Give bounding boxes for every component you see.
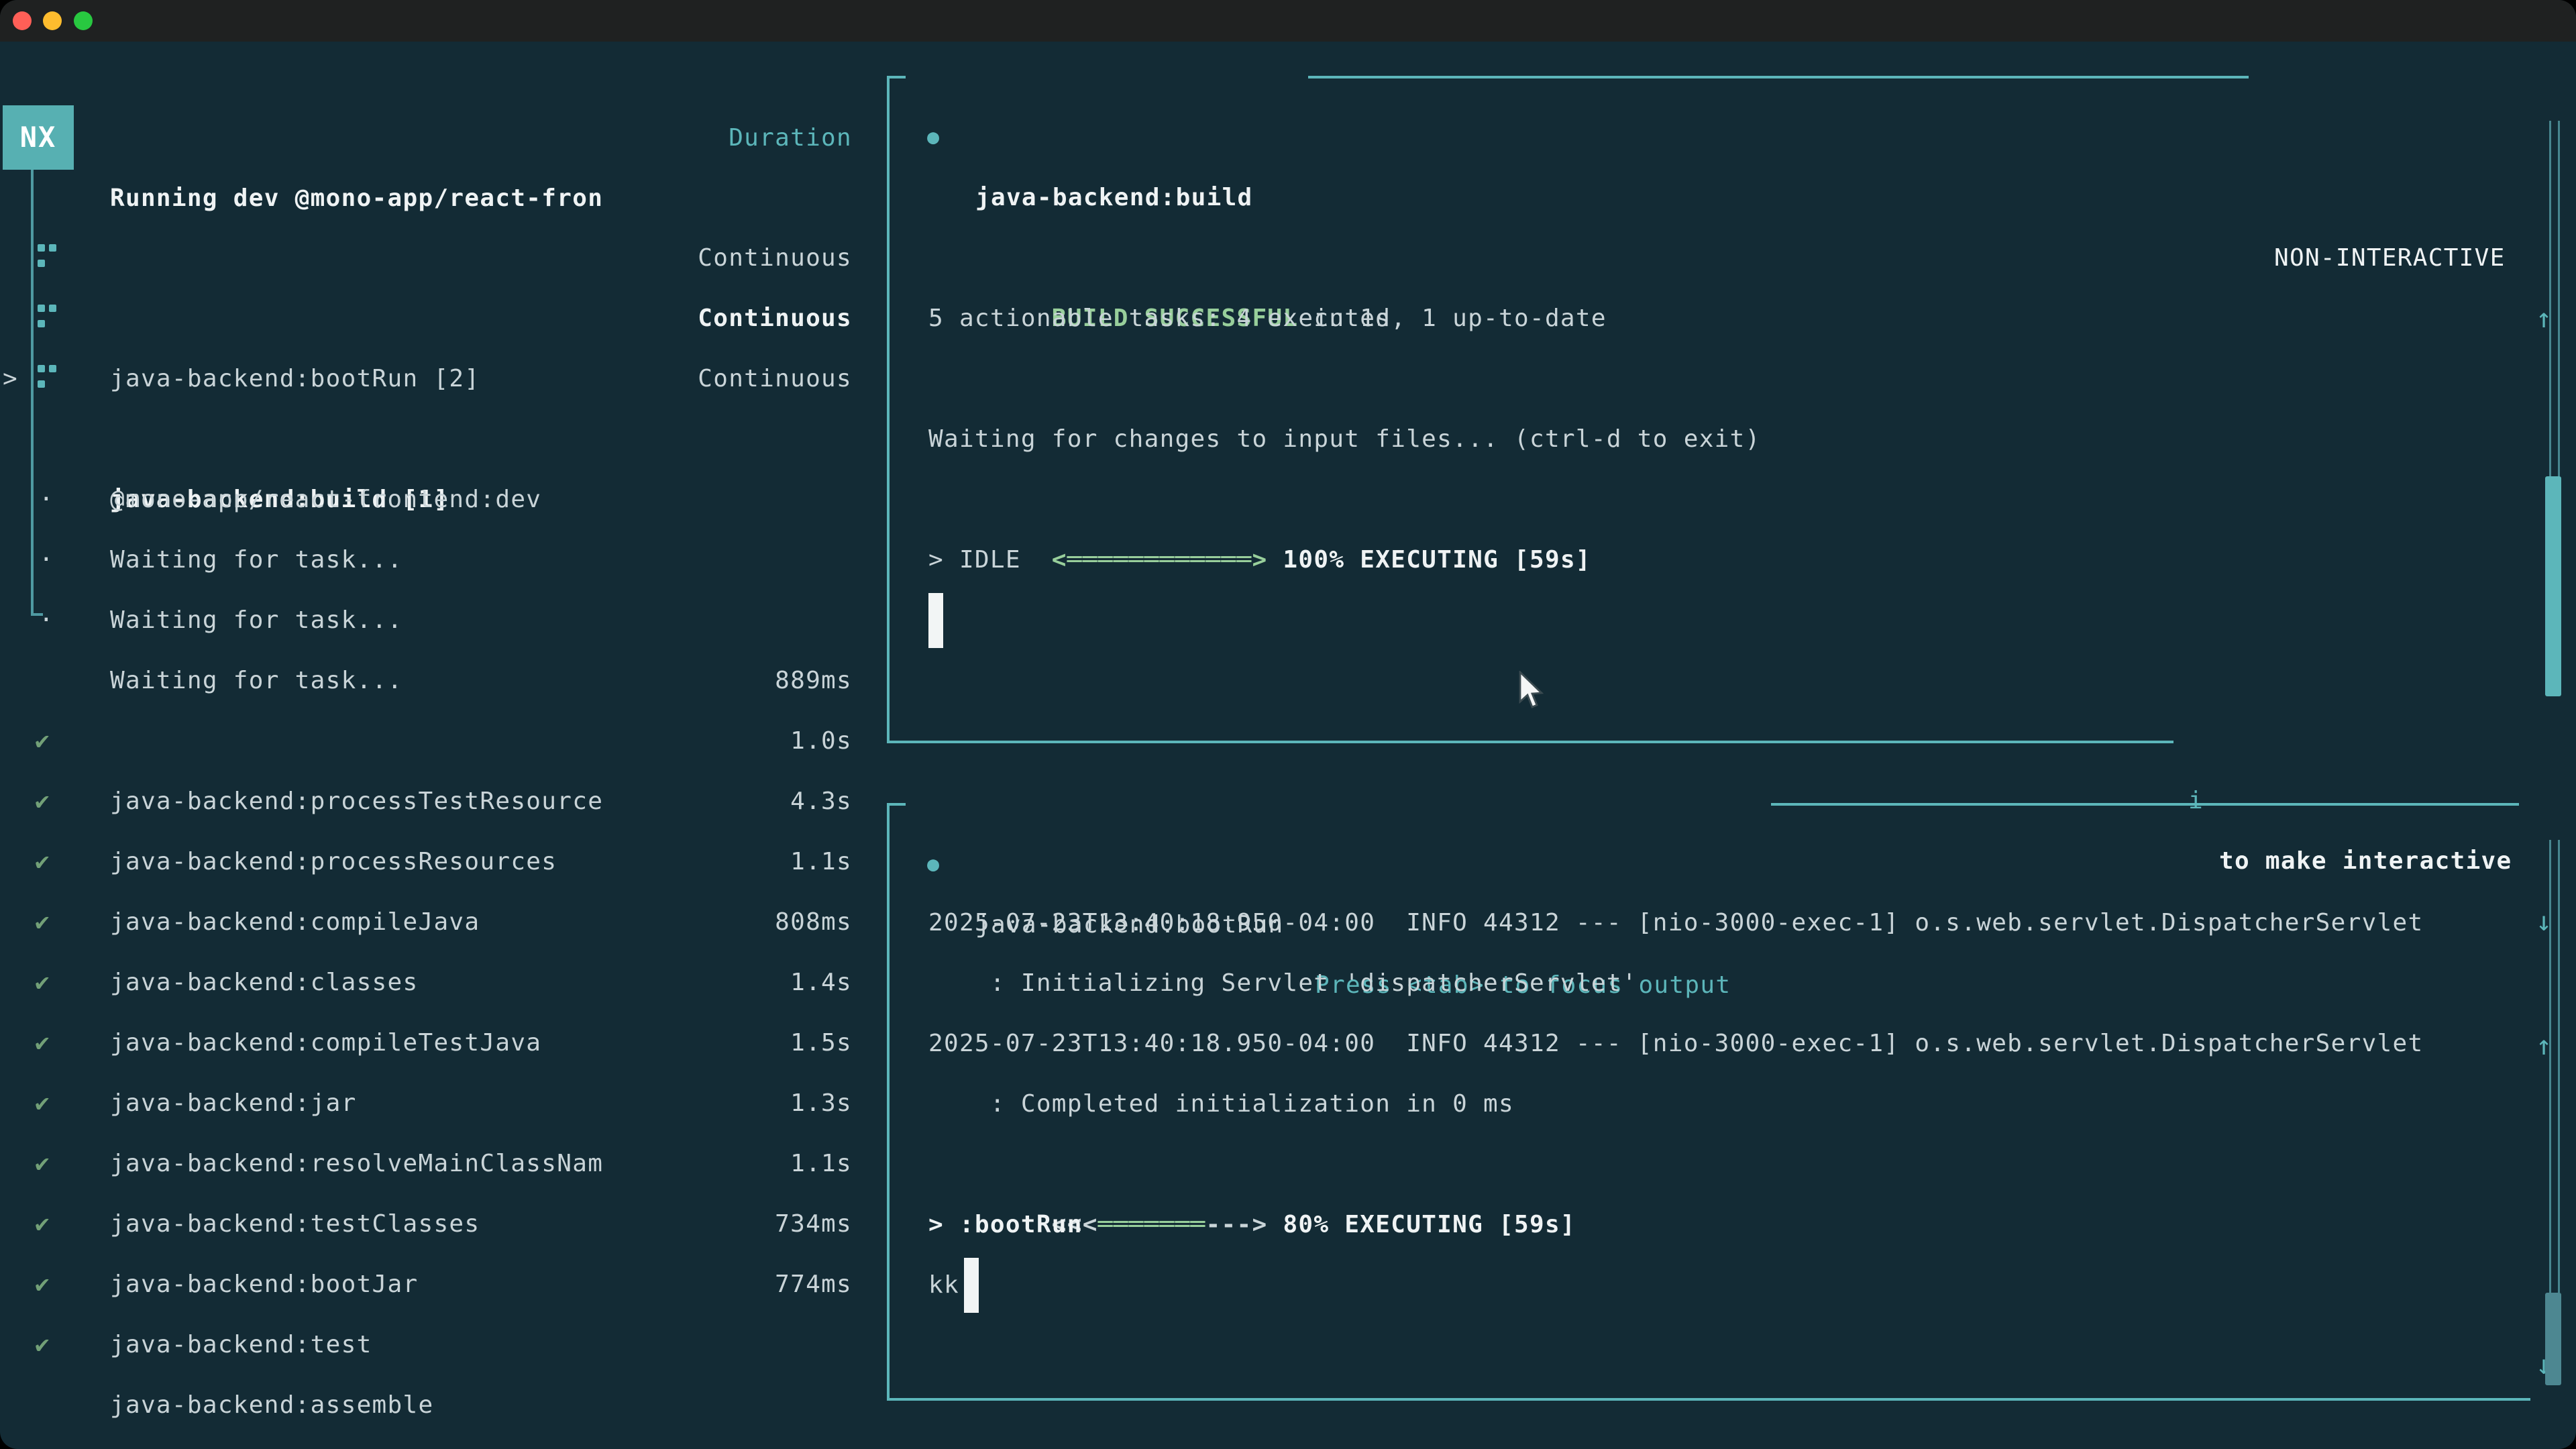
task-duration: 1.3s — [790, 1073, 852, 1134]
task-duration: Continuous — [698, 228, 852, 288]
stdin-input-text[interactable]: kk — [928, 1255, 959, 1316]
done-task-row[interactable]: ✔ java-backend:processResources 1.0s — [0, 711, 872, 771]
done-task-row[interactable]: ✔ java-backend:classes 1.1s — [0, 832, 872, 892]
build-idle-line: > IDLE — [928, 530, 1021, 590]
terminal-window: NX Running dev @mono-app/react-fron Dura… — [0, 0, 2576, 1449]
task-row-build-selected[interactable]: > java-backend:build [1] Continuous — [0, 288, 872, 349]
close-button[interactable] — [13, 11, 32, 30]
task-row-frontend-dev[interactable]: @mono-app/react-frontend:dev Continuous — [0, 349, 872, 409]
build-scrollbar-track[interactable] — [2549, 121, 2560, 476]
bootrun-panel-titlebar: ● java-backend:bootRun Press <tab> to fo… — [887, 774, 2564, 835]
done-task-row[interactable]: ✔ java-backend:processTestResource 889ms — [0, 651, 872, 711]
minimize-button[interactable] — [43, 11, 62, 30]
log-line: : Completed initialization in 0 ms — [928, 1074, 1514, 1134]
build-progress-line: <════════════> 100% EXECUTING [59s] — [928, 470, 1591, 530]
done-task-row[interactable]: ✔ java-backend:test 734ms — [0, 1194, 872, 1254]
mode-badge: NON-INTERACTIVE — [2274, 228, 2506, 288]
build-panel-titlebar: ● java-backend:build NON-INTERACTIVE ↑ — [887, 47, 2564, 107]
duration-column-header: Duration — [729, 108, 852, 168]
progress-bar: <════════════> — [1052, 546, 1268, 574]
spinner-icon — [38, 365, 45, 372]
window-titlebar[interactable] — [0, 0, 2576, 42]
zoom-button[interactable] — [74, 11, 93, 30]
build-scrollbar-thumb[interactable] — [2545, 476, 2561, 696]
done-task-row[interactable]: ✔ java-backend:testClasses 1.3s — [0, 1073, 872, 1134]
task-duration: 774ms — [775, 1254, 852, 1315]
waiting-bullet-icon: · — [39, 590, 54, 651]
task-dot-icon: ● — [927, 107, 940, 168]
done-task-row[interactable]: ✔ java-backend:compileJava 4.3s — [0, 771, 872, 832]
log-line: : Initializing Servlet 'dispatcherServle… — [928, 953, 1638, 1014]
sidebar-bottombar: ← 1/2 → quit: q help: ? — [0, 1375, 872, 1436]
spinner-icon — [38, 244, 45, 252]
terminal-cursor — [928, 593, 943, 648]
done-task-row[interactable]: ✔ java-backend:assemble 774ms — [0, 1254, 872, 1315]
terminal-screen: NX Running dev @mono-app/react-fron Dura… — [0, 42, 2576, 1449]
pending-task-row: · Waiting for task... — [0, 409, 872, 470]
interactive-hint: to make interactive — [2219, 831, 2512, 892]
task-duration: Continuous — [698, 288, 852, 349]
done-task-row[interactable]: ✔ java-backend:jar 1.4s — [0, 953, 872, 1013]
page-prev-button[interactable]: ← — [23, 1436, 38, 1449]
bootrun-scrollbar-track[interactable] — [2549, 840, 2560, 1293]
gradle-prompt-line: > :bootRun — [928, 1195, 1083, 1255]
build-success-line: BUILD SUCCESSFUL in 1s — [928, 228, 1391, 288]
build-panel-title: java-backend:build — [975, 168, 1253, 228]
done-task-row[interactable]: ✔ java-backend:compileTestJava 808ms — [0, 892, 872, 953]
check-icon: ✔ — [35, 1315, 50, 1375]
sidebar-header: Running dev @mono-app/react-fron Duratio… — [0, 108, 872, 168]
progress-label: 80% EXECUTING [59s] — [1283, 1211, 1576, 1238]
task-dot-icon: ● — [927, 835, 940, 895]
task-duration: 4.3s — [790, 771, 852, 832]
pending-task-row: · Waiting for task... — [0, 470, 872, 530]
done-task-row[interactable]: ✔ java-backend:resolveMainClassNam 1.5s — [0, 1013, 872, 1073]
bootrun-progress-line: <<<═══════---> 80% EXECUTING [59s] — [928, 1134, 1576, 1195]
task-row-bootrun[interactable]: java-backend:bootRun [2] Continuous — [0, 228, 872, 288]
task-duration: 889ms — [775, 651, 852, 711]
task-duration: 734ms — [775, 1194, 852, 1254]
task-duration: 1.1s — [790, 832, 852, 892]
pending-task-label: Waiting for task... — [110, 590, 403, 651]
build-waiting-line: Waiting for changes to input files... (c… — [928, 409, 1761, 470]
terminal-cursor — [964, 1258, 979, 1313]
task-duration: 808ms — [775, 892, 852, 953]
pending-task-row: · Waiting for task... — [0, 530, 872, 590]
task-duration: 1.4s — [790, 953, 852, 1013]
mouse-cursor — [1517, 671, 1548, 711]
progress-suffix: ---> — [1206, 1211, 1268, 1238]
done-task-row[interactable]: ✔ java-backend:bootJar 1.1s — [0, 1134, 872, 1194]
build-tasks-summary: 5 actionable tasks: 4 executed, 1 up-to-… — [928, 288, 1607, 349]
bootrun-scrollbar-thumb[interactable] — [2545, 1293, 2561, 1385]
task-duration: 1.0s — [790, 711, 852, 771]
bootrun-panel-bottom-border — [887, 1398, 2530, 1401]
sidebar-title: Running dev @mono-app/react-fron — [110, 168, 603, 229]
progress-label: 100% EXECUTING [59s] — [1283, 546, 1591, 574]
build-panel-footer: i to make interactive ↓ — [887, 710, 2564, 771]
log-line: 2025-07-23T13:40:18.950-04:00 INFO 44312… — [928, 1014, 2423, 1074]
progress-bar: ═══════ — [1098, 1211, 1206, 1238]
task-duration: Continuous — [698, 349, 852, 409]
log-line: 2025-07-23T13:40:18.950-04:00 INFO 44312… — [928, 893, 2423, 953]
task-duration: 1.5s — [790, 1013, 852, 1073]
spinner-icon — [38, 305, 45, 312]
task-name: java-backend:test — [110, 1315, 372, 1375]
task-duration: 1.1s — [790, 1134, 852, 1194]
